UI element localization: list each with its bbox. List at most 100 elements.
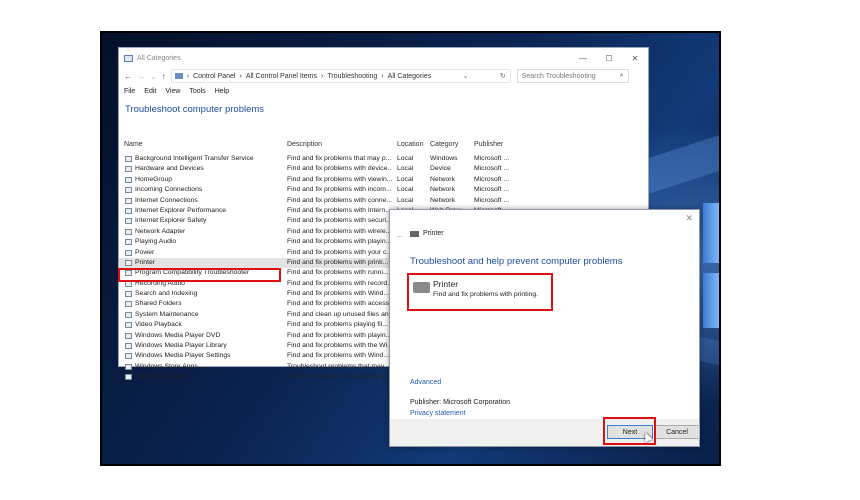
back-arrow-icon[interactable]: ← — [124, 72, 132, 81]
cell-loc: Local — [397, 155, 414, 162]
cell-desc: Find and fix problems playing fil... — [287, 321, 388, 329]
cell-desc: Find and fix problems with incom... — [287, 186, 392, 194]
troubleshooter-icon — [125, 207, 132, 214]
troubleshooter-icon — [125, 249, 132, 256]
cell-cat: Network — [430, 186, 455, 194]
cell-desc: Find and fix problems with access... — [287, 300, 392, 308]
chevron-icon: › — [321, 72, 324, 80]
table-row[interactable]: Background Intelligent Transfer Service F… — [119, 154, 539, 164]
troubleshooter-icon — [125, 374, 132, 381]
search-placeholder: Search Troubleshooting — [521, 72, 596, 80]
cell-name: System Maintenance — [135, 310, 199, 318]
cell-name: Windows Media Player Library — [135, 342, 227, 350]
address-dropdown-icon[interactable]: ⌄ — [463, 72, 469, 80]
search-icon[interactable]: ⌕ — [620, 72, 624, 80]
printer-row-highlight-box — [118, 268, 281, 282]
menu-bar: File Edit View Tools Help — [119, 84, 648, 98]
menu-tools[interactable]: Tools — [189, 88, 205, 95]
cell-desc: Find and fix problems with runni... — [287, 269, 389, 277]
desktop-background: All Categories — ☐ ✕ ← → ⌄ ↑ › Control P… — [102, 33, 719, 464]
menu-view[interactable]: View — [165, 88, 180, 95]
cell-name: HomeGroup — [135, 175, 173, 183]
cell-desc: Find and fix problems with Intern... — [287, 206, 391, 214]
table-row[interactable]: Incoming Connections Find and fix problem… — [119, 185, 539, 195]
advanced-link[interactable]: Advanced — [410, 379, 441, 386]
cell-name: Background Intelligent Transfer Service — [135, 155, 254, 162]
cell-name: Playing Audio — [135, 238, 177, 246]
cell-cat: Device — [430, 165, 451, 173]
back-arrow-icon[interactable]: ← — [396, 231, 404, 240]
breadcrumb-troubleshooting[interactable]: Troubleshooting — [327, 73, 377, 80]
cell-name: Incoming Connections — [135, 186, 203, 194]
breadcrumb-all-categories[interactable]: All Categories — [388, 73, 432, 80]
close-icon[interactable]: ✕ — [685, 213, 693, 224]
column-location[interactable]: Location — [397, 141, 423, 148]
cell-loc: Local — [397, 165, 414, 173]
up-arrow-icon[interactable]: ↑ — [162, 72, 166, 81]
troubleshooter-icon — [125, 322, 132, 329]
menu-edit[interactable]: Edit — [144, 88, 156, 95]
cell-desc: Find and fix problems with Wind... — [287, 290, 389, 298]
maximize-button[interactable]: ☐ — [596, 54, 622, 63]
cell-name: Printer — [135, 258, 156, 266]
table-row[interactable]: HomeGroup Find and fix problems with view… — [119, 175, 539, 185]
privacy-statement-link[interactable]: Privacy statement — [410, 410, 466, 417]
address-bar-row: ← → ⌄ ↑ › Control Panel › All Control Pa… — [119, 68, 648, 84]
window-title: All Categories — [137, 54, 181, 62]
recent-dropdown-icon[interactable]: ⌄ — [150, 72, 157, 81]
dialog-title: Printer — [423, 230, 444, 237]
cell-pub: Microsoft ... — [474, 155, 510, 162]
troubleshooter-icon — [125, 187, 132, 194]
chevron-icon: › — [381, 72, 384, 80]
wallpaper-window-pane — [703, 203, 719, 263]
cell-loc: Local — [397, 186, 414, 194]
search-input[interactable]: Search Troubleshooting ⌕ — [516, 69, 629, 83]
close-button[interactable]: ✕ — [622, 54, 648, 63]
cell-name: Shared Folders — [135, 300, 182, 308]
cell-name: Video Playback — [135, 321, 182, 329]
refresh-icon[interactable]: ↻ — [500, 72, 506, 80]
column-publisher[interactable]: Publisher — [474, 141, 503, 148]
troubleshooter-icon — [125, 197, 132, 204]
menu-help[interactable]: Help — [215, 88, 229, 95]
printer-icon — [413, 282, 430, 293]
column-description[interactable]: Description — [287, 141, 322, 148]
publisher-text: Publisher: Microsoft Corporation — [410, 399, 510, 406]
printer-troubleshooter-item[interactable]: Printer Find and fix problems with print… — [407, 273, 553, 311]
cell-desc: Find and fix problems with playin... — [287, 238, 392, 246]
cell-name: Internet Explorer Performance — [135, 206, 227, 214]
cell-name: Windows Media Player Settings — [135, 352, 231, 360]
cell-cat: Network — [430, 175, 455, 183]
cell-desc: Troubleshoot problems that may ... — [287, 362, 392, 370]
cell-pub: Microsoft ... — [474, 175, 510, 183]
cell-cat: Windows — [430, 155, 458, 162]
cell-name: Power — [135, 248, 155, 256]
cell-desc: Find and fix problems with record... — [287, 279, 392, 287]
minimize-button[interactable]: — — [570, 54, 596, 63]
cell-pub: Microsoft ... — [474, 196, 510, 204]
window-controls: — ☐ ✕ — [570, 54, 648, 63]
address-bar[interactable]: › Control Panel › All Control Panel Item… — [170, 69, 511, 83]
item-title: Printer — [433, 279, 459, 289]
column-category[interactable]: Category — [430, 141, 458, 148]
breadcrumb-all-items[interactable]: All Control Panel Items — [246, 73, 317, 80]
cell-desc: Find and fix problems with playin... — [287, 331, 392, 339]
troubleshooter-icon — [125, 228, 132, 235]
forward-arrow-icon[interactable]: → — [137, 72, 145, 81]
cell-desc: Find and fix problems with your c... — [287, 248, 392, 256]
wallpaper-window-pane — [703, 273, 719, 328]
column-name[interactable]: Name — [124, 141, 143, 148]
cell-cat: Network — [430, 196, 455, 204]
table-row[interactable]: Internet Connections Find and fix problem… — [119, 196, 539, 206]
breadcrumb-control-panel[interactable]: Control Panel — [193, 73, 235, 80]
menu-file[interactable]: File — [124, 88, 135, 95]
cancel-button[interactable]: Cancel — [654, 425, 700, 439]
table-row[interactable]: Hardware and Devices Find and fix problem… — [119, 164, 539, 174]
chevron-icon: › — [239, 72, 242, 80]
cell-pub: Microsoft ... — [474, 165, 510, 173]
cell-name: Internet Connections — [135, 196, 198, 204]
column-headers: Name Description Location Category Publi… — [119, 141, 539, 153]
printer-icon — [410, 230, 419, 237]
dialog-heading: Troubleshoot and help prevent computer p… — [410, 256, 623, 267]
troubleshooter-icon — [125, 353, 132, 360]
